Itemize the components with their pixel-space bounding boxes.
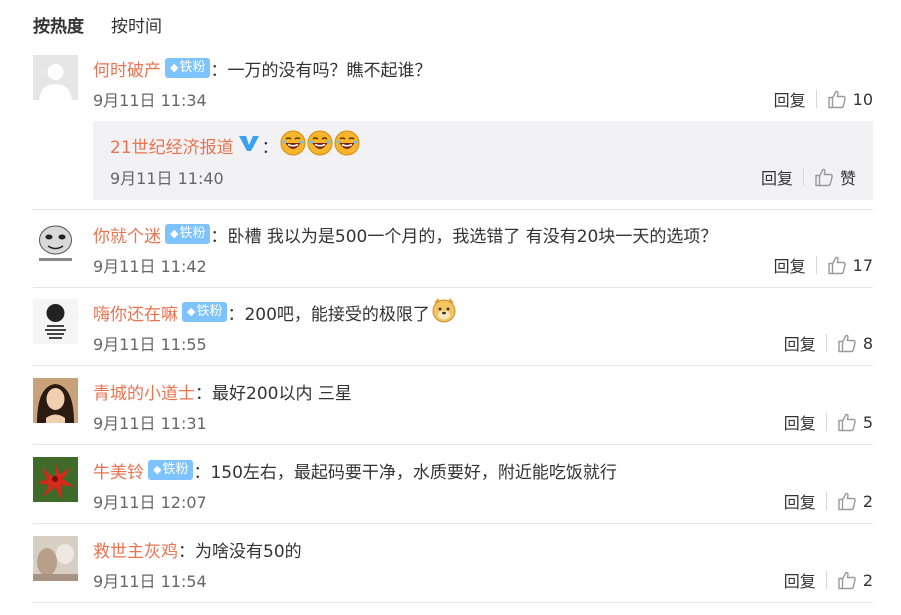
- thumbs-up-icon: [827, 256, 846, 275]
- default-avatar-icon: [33, 55, 78, 100]
- username[interactable]: 何时破产: [93, 56, 161, 81]
- comment-text: 卧槽 我以为是500一个月的，我选错了 有没有20块一天的选项？: [227, 226, 718, 247]
- comment-time: 9月11日 11:54: [93, 572, 207, 591]
- avatar[interactable]: [33, 536, 78, 581]
- sub-reply-box: 21世纪经济报道 ： 9月11日 11:40 回复 赞: [93, 121, 873, 200]
- comment-actions: 回复 17: [774, 253, 873, 277]
- sub-reply-time: 9月11日 11:40: [110, 169, 224, 188]
- avatar[interactable]: [33, 55, 78, 100]
- reply-button[interactable]: 回复: [784, 410, 816, 434]
- divider: [33, 209, 873, 210]
- thumbs-up-icon: [815, 168, 833, 187]
- like-button[interactable]: 2: [837, 491, 873, 511]
- comment-time: 9月11日 11:42: [93, 257, 207, 276]
- username[interactable]: 救世主灰鸡: [93, 537, 178, 562]
- comment-time: 9月11日 12:07: [93, 493, 207, 512]
- avatar[interactable]: [33, 299, 78, 344]
- reply-button[interactable]: 回复: [761, 165, 793, 189]
- sort-tabs: 按热度 按时间: [33, 12, 189, 38]
- laughing-emoji-icon: [280, 130, 306, 161]
- like-count: 2: [862, 570, 873, 590]
- comment-item: 牛美铃 ◆铁粉 ： 150左右，最起码要干净，水质要好，附近能吃饭就行 9月11…: [33, 457, 873, 524]
- thumbs-up-icon: [838, 334, 856, 353]
- reply-button[interactable]: 回复: [784, 489, 816, 513]
- laughing-emoji-icon: [307, 130, 333, 161]
- username[interactable]: 青城的小道士: [93, 379, 195, 404]
- comment-actions: 回复 2: [784, 568, 873, 592]
- divider: [825, 571, 827, 589]
- username[interactable]: 牛美铃: [93, 458, 144, 483]
- comment-actions: 回复 8: [784, 331, 873, 355]
- like-button[interactable]: 5: [837, 412, 873, 432]
- diamond-icon: ◆: [170, 61, 179, 74]
- comment-time: 9月11日 11:55: [93, 335, 207, 354]
- comment-item: 你就个迷 ◆铁粉 ： 卧槽 我以为是500一个月的，我选错了 有没有20块一天的…: [33, 221, 873, 288]
- comment-text: 一万的没有吗？瞧不起谁？: [227, 60, 432, 81]
- reply-button[interactable]: 回复: [784, 331, 816, 355]
- username[interactable]: 你就个迷: [93, 222, 161, 247]
- reply-button[interactable]: 回复: [774, 87, 806, 111]
- like-button[interactable]: 10: [827, 89, 873, 109]
- meme-face-avatar-icon: [33, 221, 78, 266]
- fan-badge[interactable]: ◆铁粉: [182, 302, 228, 322]
- thumbs-up-icon: [838, 492, 856, 511]
- like-count: 2: [862, 491, 873, 511]
- avatar[interactable]: [33, 221, 78, 266]
- tab-by-time[interactable]: 按时间: [111, 12, 162, 38]
- diamond-icon: ◆: [153, 463, 162, 476]
- comment-item: 何时破产 ◆铁粉 ： 一万的没有吗？瞧不起谁？ 9月11日 11:34 回复 1…: [33, 55, 873, 117]
- laughing-emoji-icon: [334, 130, 360, 161]
- comment-actions: 回复 2: [784, 489, 873, 513]
- divider: [825, 413, 827, 431]
- like-count: 8: [862, 333, 873, 353]
- like-count: 17: [852, 255, 873, 275]
- diamond-icon: ◆: [170, 227, 179, 240]
- thumbs-up-icon: [838, 571, 856, 590]
- like-button[interactable]: 赞: [814, 165, 856, 189]
- like-count: 5: [862, 412, 873, 432]
- comment-text: 200吧，能接受的极限了: [244, 304, 430, 325]
- thumbs-up-icon: [838, 413, 856, 432]
- fan-badge[interactable]: ◆铁粉: [148, 460, 194, 480]
- fan-badge[interactable]: ◆铁粉: [165, 224, 211, 244]
- comment-time: 9月11日 11:31: [93, 414, 207, 433]
- sub-reply-username[interactable]: 21世纪经济报道: [110, 133, 234, 158]
- meme-text-avatar-icon: [33, 299, 78, 344]
- comment-text: 为啥没有50的: [195, 541, 302, 562]
- divider: [802, 168, 804, 186]
- comment-actions: 回复 5: [784, 410, 873, 434]
- fan-badge[interactable]: ◆铁粉: [165, 58, 211, 78]
- reply-button[interactable]: 回复: [774, 253, 806, 277]
- divider: [825, 334, 827, 352]
- avatar[interactable]: [33, 457, 78, 502]
- like-button[interactable]: 17: [827, 255, 873, 275]
- divider: [825, 492, 827, 510]
- thumbs-up-icon: [827, 90, 846, 109]
- like-button[interactable]: 8: [837, 333, 873, 353]
- like-button[interactable]: 2: [837, 570, 873, 590]
- verified-v-icon: [238, 134, 260, 157]
- comment-item: 救世主灰鸡 ： 为啥没有50的 9月11日 11:54 回复 2: [33, 536, 873, 603]
- tab-by-hot[interactable]: 按热度: [33, 12, 84, 38]
- like-label: 赞: [839, 169, 856, 188]
- like-count: 10: [852, 89, 873, 109]
- reply-button[interactable]: 回复: [784, 568, 816, 592]
- sub-reply-actions: 回复 赞: [761, 165, 856, 189]
- diamond-icon: ◆: [187, 305, 196, 318]
- divider: [815, 256, 817, 274]
- username[interactable]: 嗨你还在嘛: [93, 300, 178, 325]
- red-flower-avatar-icon: [33, 457, 78, 502]
- woman-photo-avatar-icon: [33, 378, 78, 423]
- comment-item: 嗨你还在嘛 ◆铁粉 ： 200吧，能接受的极限了 9月11日 11:55 回复 …: [33, 297, 873, 366]
- divider: [815, 90, 817, 108]
- comment-text: 150左右，最起码要干净，水质要好，附近能吃饭就行: [210, 462, 617, 483]
- comment-actions: 回复 10: [774, 87, 873, 111]
- comment-time: 9月11日 11:34: [93, 91, 207, 110]
- doge-emoji-icon: [431, 297, 457, 328]
- comment-text: 最好200以内 三星: [212, 383, 352, 404]
- avatar[interactable]: [33, 378, 78, 423]
- comment-item: 青城的小道士 ： 最好200以内 三星 9月11日 11:31 回复 5: [33, 378, 873, 445]
- blurred-photo-avatar-icon: [33, 536, 78, 581]
